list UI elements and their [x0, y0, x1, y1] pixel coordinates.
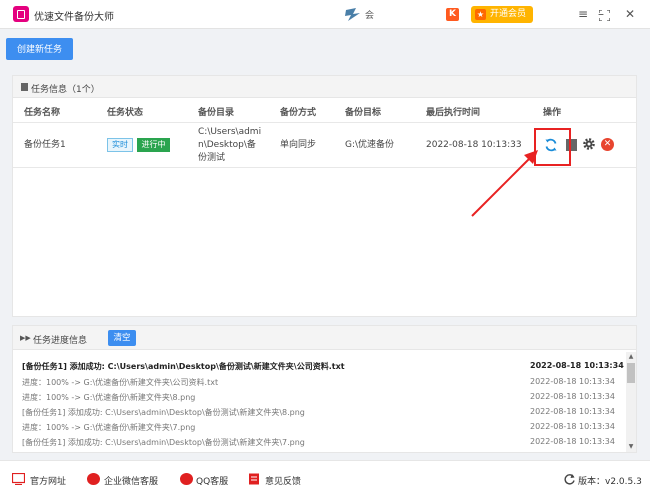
official-website-link[interactable]: 官方网址: [30, 474, 66, 487]
highlight-box: [534, 128, 571, 166]
log-time: 2022-08-18 10:13:34: [530, 377, 615, 386]
row-divider: [13, 167, 636, 168]
menu-icon[interactable]: ≡: [574, 5, 592, 23]
backup-target: G:\优速备份: [345, 140, 395, 150]
scroll-thumb[interactable]: [627, 363, 635, 383]
fullscreen-icon[interactable]: [599, 10, 610, 21]
log-entry: 进度：100% -> G:\优速备份\新建文件夹\公司资料.txt: [22, 378, 219, 387]
last-run-time: 2022-08-18 10:13:33: [426, 140, 522, 150]
qq-support-link[interactable]: QQ客服: [196, 474, 228, 487]
partner-text: 会: [365, 11, 375, 21]
qq-icon: [180, 473, 193, 485]
task-name: 备份任务1: [24, 140, 66, 150]
create-task-button[interactable]: 创建新任务: [6, 38, 73, 60]
wechat-support-link[interactable]: 企业微信客服: [104, 474, 158, 487]
app-title: 优速文件备份大师: [34, 12, 114, 23]
col-header-status: 任务状态: [107, 108, 144, 118]
col-header-name: 任务名称: [24, 108, 61, 118]
feedback-link[interactable]: 意见反馈: [265, 474, 301, 487]
progress-panel-header: ▶▶ 任务进度信息 清空: [13, 326, 636, 350]
vip-label: 开通会员: [490, 9, 527, 19]
footer: 官方网址 企业微信客服 QQ客服 意见反馈 版本：v2.0.5.3: [0, 460, 650, 494]
scroll-down-icon[interactable]: ▼: [626, 442, 636, 451]
log-time: 2022-08-18 10:13:34: [530, 422, 615, 431]
log-entry: 进度：100% -> G:\优速备份\新建文件夹\7.png: [22, 423, 196, 432]
wechat-icon: [87, 473, 100, 485]
source-line-1: C:\Users\admi: [198, 127, 262, 137]
expand-icon: ▶▶: [20, 334, 31, 342]
log-entry: 进度：100% -> G:\优速备份\新建文件夹\8.png: [22, 393, 196, 402]
partner-logo-icon: [345, 8, 360, 21]
app-logo-icon: [13, 6, 29, 22]
vip-button[interactable]: ★ 开通会员: [471, 6, 533, 23]
feedback-icon: [249, 473, 259, 485]
log-entry: [备份任务1] 添加成功: C:\Users\admin\Desktop\备份测…: [22, 408, 305, 417]
backup-method: 单向同步: [280, 140, 317, 150]
col-header-source: 备份目录: [198, 108, 235, 118]
realtime-tag: 实时: [107, 138, 133, 152]
status-badge: 进行中: [137, 138, 170, 152]
col-header-target: 备份目标: [345, 108, 382, 118]
close-icon[interactable]: ✕: [621, 5, 639, 23]
refresh-icon: [564, 474, 575, 485]
source-line-3: 份测试: [198, 153, 226, 163]
crown-icon: ★: [475, 9, 486, 20]
log-time: 2022-08-18 10:13:34: [530, 392, 615, 401]
k-badge-icon[interactable]: K: [446, 8, 459, 21]
scroll-up-icon[interactable]: ▲: [626, 352, 636, 361]
website-icon: [12, 473, 25, 485]
task-panel-title: 任务信息（1个）: [31, 85, 100, 95]
task-panel-header: 任务信息（1个）: [13, 76, 636, 98]
log-time: 2022-08-18 10:13:34: [530, 407, 615, 416]
delete-icon[interactable]: ✕: [601, 138, 614, 151]
log-scrollbar[interactable]: ▲ ▼: [626, 352, 636, 452]
document-icon: [21, 83, 28, 91]
log-time: 2022-08-18 10:13:34: [530, 361, 624, 370]
clear-button[interactable]: 清空: [108, 330, 136, 346]
title-bar: 优速文件备份大师 会 K ★ 开通会员 ≡ – ✕: [0, 0, 650, 29]
gear-icon[interactable]: [582, 137, 596, 151]
log-time: 2022-08-18 10:13:34: [530, 437, 615, 446]
version-label: 版本：v2.0.5.3: [578, 477, 642, 487]
col-header-actions: 操作: [543, 108, 562, 118]
source-line-2: n\Desktop\备: [198, 140, 256, 150]
progress-panel: ▶▶ 任务进度信息 清空: [12, 325, 637, 453]
log-entry: [备份任务1] 添加成功: C:\Users\admin\Desktop\备份测…: [22, 438, 305, 447]
col-header-last-run: 最后执行时间: [426, 108, 481, 118]
col-header-method: 备份方式: [280, 108, 317, 118]
log-entry: [备份任务1] 添加成功: C:\Users\admin\Desktop\备份测…: [22, 362, 345, 371]
header-divider: [13, 122, 636, 123]
progress-panel-title: 任务进度信息: [33, 336, 88, 346]
